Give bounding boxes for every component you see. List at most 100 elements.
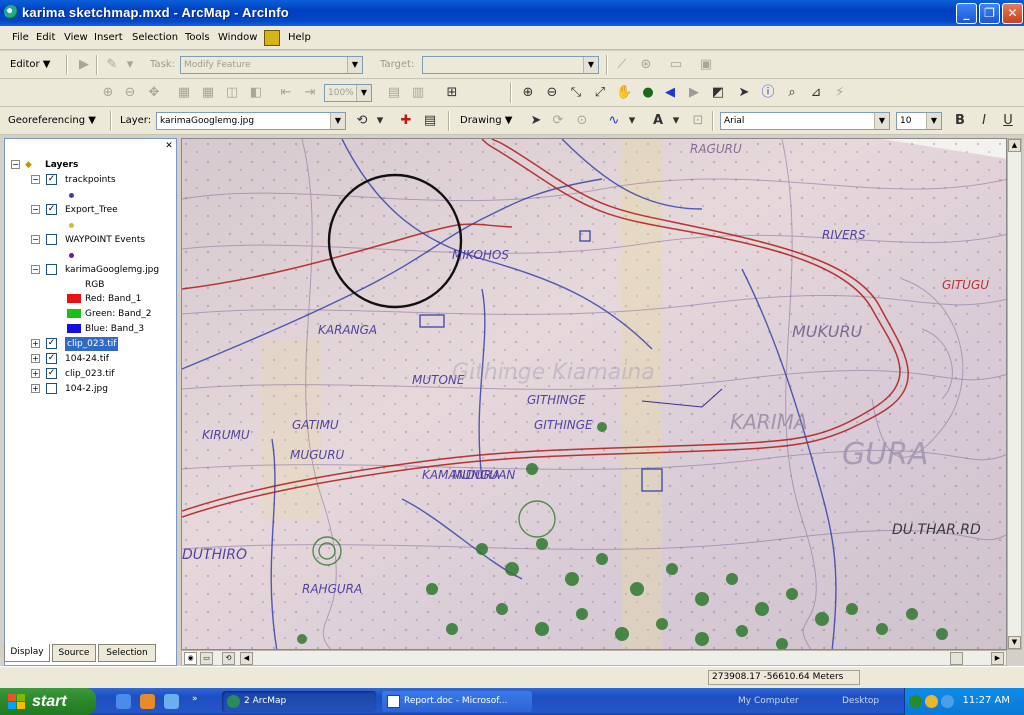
zoom-whole-page-icon[interactable]: ◫ xyxy=(224,85,240,101)
quicklaunch-overflow-icon[interactable]: » xyxy=(192,694,198,704)
georeferencing-menu-button[interactable]: Georeferencing ▼ xyxy=(8,115,96,126)
menu-insert[interactable]: Insert xyxy=(94,32,123,43)
expand-icon[interactable]: + xyxy=(31,354,40,363)
layer-visibility-checkbox[interactable] xyxy=(46,234,57,245)
minimize-button[interactable]: _ xyxy=(956,3,977,24)
pan-hand-icon[interactable]: ✋ xyxy=(616,85,632,101)
collapse-icon[interactable]: − xyxy=(31,265,40,274)
target-dropdown[interactable]: ▼ xyxy=(422,56,599,74)
firefox-quicklaunch-icon[interactable] xyxy=(140,694,155,709)
rotate-georef-icon[interactable]: ⟲ xyxy=(354,113,370,129)
zoom-100-icon[interactable]: ◧ xyxy=(248,85,264,101)
rotate-tool-icon[interactable]: ⊛ xyxy=(638,57,654,73)
italic-button[interactable]: I xyxy=(976,113,992,129)
scroll-down-icon[interactable]: ▼ xyxy=(1008,636,1021,649)
menu-selection[interactable]: Selection xyxy=(132,32,178,43)
pan-page-icon[interactable]: ✥ xyxy=(146,85,162,101)
back-arrow-icon[interactable]: ◀ xyxy=(662,85,678,101)
tab-source[interactable]: Source xyxy=(52,644,96,662)
scroll-up-icon[interactable]: ▲ xyxy=(1008,139,1021,152)
font-size-dropdown[interactable]: 10 ▼ xyxy=(896,112,942,130)
start-button[interactable]: start xyxy=(0,688,96,715)
expand-icon[interactable]: + xyxy=(31,339,40,348)
collapse-icon[interactable]: − xyxy=(31,205,40,214)
zoom-out-icon[interactable]: ⊖ xyxy=(544,85,560,101)
scroll-left-icon[interactable]: ◀ xyxy=(240,652,253,665)
map-vertical-scrollbar[interactable]: ▲ ▼ xyxy=(1007,138,1022,650)
deskbar-desktop[interactable]: Desktop xyxy=(842,691,879,712)
arcmap-app-icon[interactable] xyxy=(4,5,18,19)
select-elements-icon[interactable]: ➤ xyxy=(528,113,544,129)
arctoolbox-icon[interactable] xyxy=(264,30,280,46)
deskbar-my-computer[interactable]: My Computer xyxy=(738,691,799,712)
taskbar-button-word[interactable]: Report.doc - Microsof... xyxy=(382,691,532,712)
sketch-properties-icon[interactable]: ▣ xyxy=(698,57,714,73)
close-button[interactable]: ✕ xyxy=(1002,3,1023,24)
text-tool-icon[interactable]: A xyxy=(650,113,666,129)
layer-visibility-checkbox[interactable]: ✓ xyxy=(46,174,57,185)
maximize-button[interactable]: ❐ xyxy=(979,3,1000,24)
security-tray-icon[interactable] xyxy=(925,695,938,708)
expand-icon[interactable]: + xyxy=(31,384,40,393)
menu-window[interactable]: Window xyxy=(218,32,257,43)
layer-visibility-checkbox[interactable]: ✓ xyxy=(46,368,57,379)
menu-tools[interactable]: Tools xyxy=(185,32,210,43)
underline-button[interactable]: U xyxy=(1000,113,1016,129)
fixed-zoom-in-map-icon[interactable]: ⤡ xyxy=(568,85,584,101)
scroll-thumb[interactable] xyxy=(950,652,963,665)
fixed-zoom-out-map-icon[interactable]: ⤢ xyxy=(592,85,608,101)
zoom-to-selected-icon[interactable]: ⊙ xyxy=(574,113,590,129)
editor-menu-button[interactable]: Editor ▼ xyxy=(10,59,50,70)
expand-icon[interactable]: + xyxy=(31,369,40,378)
select-features-icon[interactable]: ◩ xyxy=(710,85,726,101)
edit-vertices-icon[interactable]: ⊡ xyxy=(690,113,706,129)
refresh-icon[interactable]: ⟲ xyxy=(222,652,235,665)
map-display[interactable]: RAGURU GURA KARIMA RAHGURA GITHINGE GITH… xyxy=(181,138,1007,650)
map-horizontal-scrollbar[interactable]: ◉ ▭ ⟲ ◀ ▶ xyxy=(181,650,1007,666)
collapse-icon[interactable]: − xyxy=(31,235,40,244)
edit-tool-icon[interactable]: ▶ xyxy=(76,57,92,73)
zoom-in-icon[interactable]: ⊕ xyxy=(520,85,536,101)
ie-quicklaunch-icon[interactable] xyxy=(116,694,131,709)
menu-view[interactable]: View xyxy=(64,32,88,43)
forward-arrow-icon[interactable]: ▶ xyxy=(686,85,702,101)
focus-data-frame-icon[interactable]: ▥ xyxy=(410,85,426,101)
collapse-icon[interactable]: − xyxy=(31,175,40,184)
volume-tray-icon[interactable] xyxy=(941,695,954,708)
drawing-menu-button[interactable]: Drawing ▼ xyxy=(460,115,512,126)
full-extent-globe-icon[interactable]: ● xyxy=(640,85,656,101)
previous-extent-icon[interactable]: ⇤ xyxy=(278,85,294,101)
hyperlink-icon[interactable]: ⚡ xyxy=(832,85,848,101)
taskbar-button-arcmap[interactable]: 2 ArcMap xyxy=(222,691,376,712)
view-link-table-icon[interactable]: ▤ xyxy=(422,113,438,129)
georef-layer-dropdown[interactable]: karimaGooglemg.jpg ▼ xyxy=(156,112,346,130)
text-dropdown-icon[interactable]: ▾ xyxy=(668,113,684,129)
line-dropdown-icon[interactable]: ▾ xyxy=(624,113,640,129)
fixed-zoom-in-icon[interactable]: ▦ xyxy=(176,85,192,101)
layer-visibility-checkbox[interactable]: ✓ xyxy=(46,204,57,215)
zoom-in-page-icon[interactable]: ⊕ xyxy=(100,85,116,101)
next-extent-icon[interactable]: ⇥ xyxy=(302,85,318,101)
sketch-dropdown-icon[interactable]: ▾ xyxy=(122,57,138,73)
find-binoculars-icon[interactable]: ⌕ xyxy=(784,85,800,101)
layer-visibility-checkbox[interactable]: ✓ xyxy=(46,338,57,349)
menu-edit[interactable]: Edit xyxy=(36,32,55,43)
menu-file[interactable]: File xyxy=(12,32,29,43)
network-tray-icon[interactable] xyxy=(909,695,922,708)
zoom-percent-dropdown[interactable]: 100% ▼ xyxy=(324,84,372,102)
layout-view-icon[interactable]: ▭ xyxy=(200,652,213,665)
fixed-zoom-out-icon[interactable]: ▦ xyxy=(200,85,216,101)
measure-icon[interactable]: ⊿ xyxy=(808,85,824,101)
split-tool-icon[interactable]: ⟋ xyxy=(614,57,630,73)
layer-visibility-checkbox[interactable] xyxy=(46,383,57,394)
font-name-dropdown[interactable]: Arial ▼ xyxy=(720,112,890,130)
layer-visibility-checkbox[interactable] xyxy=(46,264,57,275)
change-layout-icon[interactable]: ⊞ xyxy=(444,85,460,101)
tab-selection[interactable]: Selection xyxy=(98,644,156,662)
select-elements-icon[interactable]: ➤ xyxy=(736,85,752,101)
messenger-quicklaunch-icon[interactable] xyxy=(164,694,179,709)
georef-dropdown-icon[interactable]: ▾ xyxy=(372,113,388,129)
zoom-out-page-icon[interactable]: ⊖ xyxy=(122,85,138,101)
tab-display[interactable]: Display xyxy=(4,644,50,662)
new-line-icon[interactable]: ∿ xyxy=(606,113,622,129)
